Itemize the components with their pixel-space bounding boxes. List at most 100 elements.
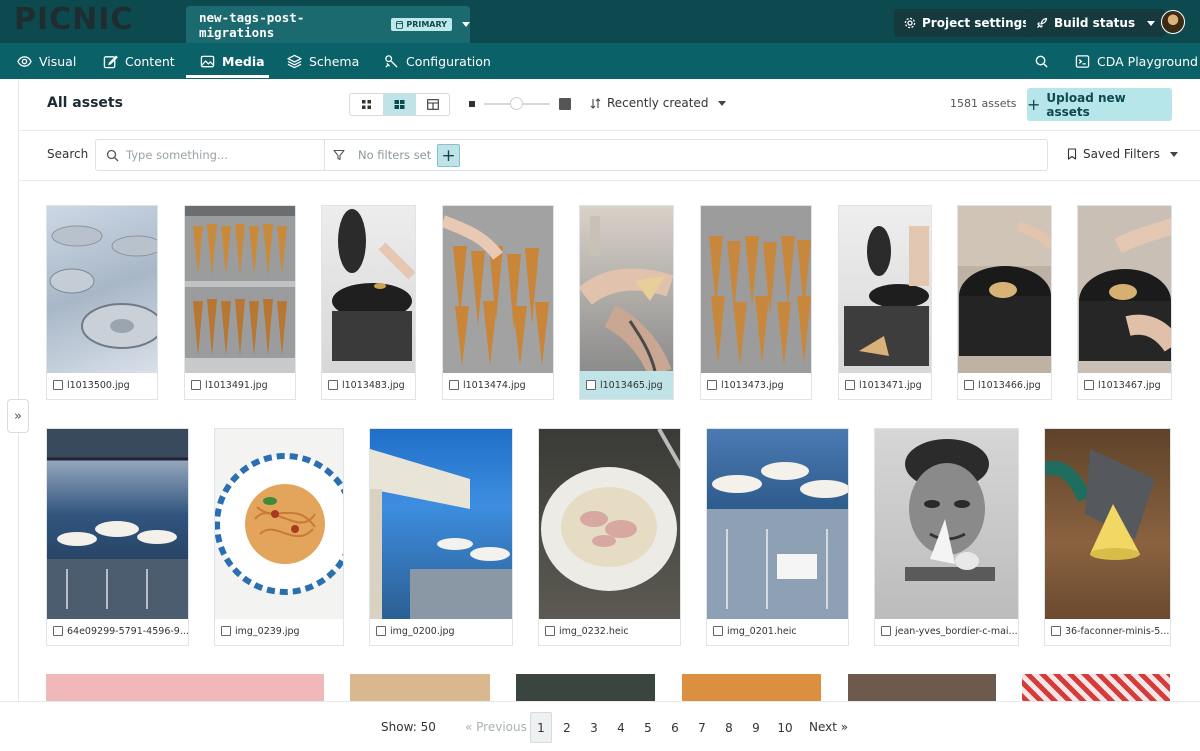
asset-card[interactable]: img_0201.heic (706, 428, 849, 646)
asset-caption: l1013466.jpg (958, 371, 1051, 399)
asset-checkbox[interactable] (328, 380, 338, 390)
chevron-down-icon (718, 100, 727, 106)
asset-checkbox[interactable] (53, 380, 63, 390)
grid-large-icon (394, 100, 405, 109)
upload-new-assets-button[interactable]: + Upload new assets (1027, 88, 1172, 121)
nav-item-media[interactable]: Media (200, 43, 265, 79)
page-title: All assets (47, 95, 123, 111)
build-status-button[interactable]: Build status (1026, 9, 1166, 37)
asset-caption: img_0239.jpg (215, 617, 343, 645)
asset-card[interactable]: img_0200.jpg (369, 428, 513, 646)
asset-checkbox[interactable] (586, 380, 596, 390)
asset-card[interactable]: l1013483.jpg (321, 205, 416, 400)
asset-checkbox[interactable] (964, 380, 974, 390)
page-link-2[interactable]: 2 (556, 712, 578, 743)
asset-thumbnail (707, 429, 848, 619)
project-settings-button[interactable]: Project settings (894, 9, 1040, 37)
gear-icon (904, 17, 916, 29)
nav-item-configuration[interactable]: Configuration (384, 43, 491, 79)
asset-checkbox[interactable] (707, 380, 717, 390)
view-large-grid-button[interactable] (383, 94, 416, 115)
asset-card[interactable]: l1013491.jpg (184, 205, 296, 400)
search-icon (1035, 55, 1048, 68)
asset-card[interactable]: 64e09299-5791-4596-9... (46, 428, 189, 646)
page-link-6[interactable]: 6 (664, 712, 686, 743)
nav-item-schema[interactable]: Schema (287, 43, 359, 79)
asset-thumbnail (958, 206, 1051, 373)
asset-card[interactable]: l1013471.jpg (838, 205, 932, 400)
page-link-3[interactable]: 3 (583, 712, 605, 743)
image-icon (200, 55, 215, 67)
asset-caption: img_0201.heic (707, 617, 848, 645)
asset-card[interactable]: l1013467.jpg (1077, 205, 1172, 400)
divider (324, 140, 325, 170)
asset-checkbox[interactable] (221, 626, 231, 636)
user-avatar[interactable] (1161, 10, 1185, 34)
nav-item-content[interactable]: Content (103, 43, 175, 79)
previous-page-link[interactable]: « Previous (465, 720, 527, 734)
pagination-bar: Show: 50 « Previous 1 2 3 4 5 6 7 8 9 10… (0, 701, 1200, 751)
asset-thumbnail (215, 429, 343, 619)
asset-checkbox[interactable] (881, 626, 891, 636)
asset-caption: 36-faconner-minis-5... (1045, 617, 1170, 645)
asset-thumbnail (875, 429, 1018, 619)
asset-card[interactable]: l1013474.jpg (442, 205, 554, 400)
slider-handle[interactable] (510, 97, 523, 110)
asset-checkbox[interactable] (1051, 626, 1061, 636)
asset-card[interactable]: l1013500.jpg (46, 205, 158, 400)
asset-caption: l1013471.jpg (839, 371, 931, 399)
asset-card[interactable]: img_0239.jpg (214, 428, 344, 646)
database-icon (396, 20, 404, 29)
page-link-4[interactable]: 4 (610, 712, 632, 743)
search-input[interactable] (126, 146, 316, 164)
view-small-grid-button[interactable] (350, 94, 383, 115)
asset-caption: img_0232.heic (539, 617, 680, 645)
view-table-button[interactable] (416, 94, 449, 115)
asset-card[interactable]: img_0232.heic (538, 428, 681, 646)
branch-selector[interactable]: new-tags-post-migrations PRIMARY (186, 6, 470, 43)
asset-checkbox[interactable] (376, 626, 386, 636)
sort-dropdown[interactable]: Recently created (590, 96, 727, 110)
page-link-7[interactable]: 7 (691, 712, 713, 743)
asset-checkbox[interactable] (449, 380, 459, 390)
asset-card[interactable]: jean-yves_bordier-c-mai... (874, 428, 1019, 646)
cda-playground-button[interactable]: CDA Playground (1075, 43, 1198, 79)
active-tab-indicator (186, 75, 269, 78)
page-link-5[interactable]: 5 (637, 712, 659, 743)
chevron-down-icon (1147, 20, 1156, 26)
nav-item-visual[interactable]: Visual (17, 43, 76, 79)
page-link-10[interactable]: 10 (774, 712, 796, 743)
picnic-logo[interactable]: PICNIC (14, 2, 133, 37)
asset-checkbox[interactable] (713, 626, 723, 636)
add-filter-button[interactable]: + (437, 144, 460, 167)
thumbnail-size-large-icon (559, 98, 571, 110)
asset-checkbox[interactable] (191, 380, 201, 390)
asset-card[interactable]: l1013465.jpg (579, 205, 674, 400)
saved-filters-dropdown[interactable]: Saved Filters (1067, 147, 1178, 161)
filter-icon (333, 149, 345, 161)
asset-card[interactable]: 36-faconner-minis-5... (1044, 428, 1171, 646)
search-button[interactable] (1034, 43, 1049, 79)
next-page-link[interactable]: Next » (809, 720, 848, 734)
page-size-selector[interactable]: Show: 50 (381, 720, 436, 734)
asset-caption: img_0200.jpg (370, 617, 512, 645)
plus-icon: + (441, 145, 456, 166)
asset-card[interactable]: l1013466.jpg (957, 205, 1052, 400)
plus-icon: + (1027, 95, 1041, 114)
asset-checkbox[interactable] (845, 380, 855, 390)
asset-caption: l1013473.jpg (701, 371, 811, 399)
asset-thumbnail (47, 429, 188, 619)
page-link-9[interactable]: 9 (745, 712, 767, 743)
asset-checkbox[interactable] (1084, 380, 1094, 390)
page-link-1[interactable]: 1 (530, 712, 552, 743)
asset-checkbox[interactable] (545, 626, 555, 636)
asset-card[interactable]: l1013473.jpg (700, 205, 812, 400)
sort-icon (590, 97, 601, 109)
main-nav: Visual Content Media Schema Configuratio… (0, 43, 1200, 79)
asset-thumbnail (839, 206, 931, 373)
search-label: Search (47, 147, 89, 161)
expand-sidebar-button[interactable]: » (7, 399, 29, 433)
asset-checkbox[interactable] (53, 626, 63, 636)
page-link-8[interactable]: 8 (718, 712, 740, 743)
wrench-icon (385, 54, 398, 68)
